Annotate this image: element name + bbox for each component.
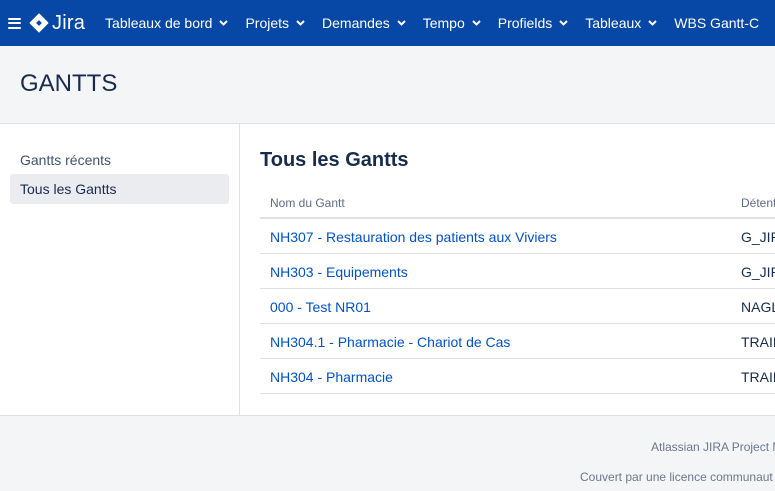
gantt-name-link[interactable]: NH307 - Restauration des patients aux Vi… (270, 229, 557, 245)
gantt-name-link[interactable]: NH303 - Equipements (270, 264, 408, 280)
footer: Atlassian JIRA Project M Couvert par une… (0, 416, 775, 491)
nav-tableaux-de-bord[interactable]: Tableaux de bord (105, 0, 229, 46)
column-header-owner[interactable]: Détent (741, 196, 775, 210)
sidebar-item-recent-gantts[interactable]: Gantts récents (10, 145, 229, 175)
chevron-down-icon (296, 20, 305, 26)
page-header: GANTTS (0, 46, 775, 124)
page-title: GANTTS (20, 70, 118, 97)
gantt-name-link[interactable]: NH304 - Pharmacie (270, 369, 393, 385)
top-navigation-bar: Jira Tableaux de bord Projets Demandes T… (0, 0, 775, 46)
nav-item-label: Demandes (322, 15, 390, 31)
content-area: Gantts récents Tous les Gantts Tous les … (0, 124, 775, 416)
nav-projets[interactable]: Projets (245, 0, 305, 46)
nav-item-label: Projets (245, 15, 290, 31)
nav-tableaux[interactable]: Tableaux (585, 0, 657, 46)
gantt-owner: TRAIN (741, 369, 775, 385)
nav-item-label: Tableaux de bord (105, 15, 213, 31)
gantt-owner: TRAIN (741, 334, 775, 350)
jira-logo-text: Jira (52, 11, 86, 34)
gantt-name-link[interactable]: NH304.1 - Pharmacie - Chariot de Cas (270, 334, 510, 350)
table-header: Nom du Gantt Détent (260, 187, 775, 219)
gantt-name-link[interactable]: 000 - Test NR01 (270, 299, 371, 315)
chevron-down-icon (397, 20, 406, 26)
nav-demandes[interactable]: Demandes (322, 0, 406, 46)
footer-license-text: Couvert par une licence communaut (580, 470, 773, 484)
nav-item-label: Profields (497, 15, 553, 31)
gantt-owner: G_JIR (741, 229, 775, 245)
nav-tempo[interactable]: Tempo (423, 0, 481, 46)
column-header-name[interactable]: Nom du Gantt (270, 196, 345, 210)
table-row: NH304 - Pharmacie TRAIN (260, 359, 775, 394)
table-row: NH304.1 - Pharmacie - Chariot de Cas TRA… (260, 324, 775, 359)
footer-product-text[interactable]: Atlassian JIRA Project M (651, 440, 775, 454)
gantts-table: Nom du Gantt Détent NH307 - Restauration… (260, 187, 775, 394)
jira-logo-icon (29, 13, 49, 33)
chevron-down-icon (648, 20, 657, 26)
sidebar: Gantts récents Tous les Gantts (0, 124, 240, 415)
jira-logo[interactable]: Jira (29, 0, 85, 46)
gantt-owner: NAGL (741, 299, 775, 315)
table-row: NH303 - Equipements G_JIR (260, 254, 775, 289)
chevron-down-icon (219, 20, 229, 26)
chevron-down-icon (559, 20, 568, 26)
app-switcher-menu-icon[interactable] (8, 0, 21, 46)
table-row: 000 - Test NR01 NAGL (260, 289, 775, 324)
nav-item-label: WBS Gantt-C (674, 15, 760, 31)
section-title: Tous les Gantts (260, 149, 409, 171)
nav-item-label: Tableaux (585, 15, 642, 31)
nav-profields[interactable]: Profields (498, 0, 568, 46)
nav-wbs-gantt-chart[interactable]: WBS Gantt-C (674, 0, 759, 46)
nav-item-label: Tempo (422, 15, 465, 31)
gantt-owner: G_JIR (741, 264, 775, 280)
sidebar-item-all-gantts[interactable]: Tous les Gantts (10, 174, 229, 204)
chevron-down-icon (472, 20, 481, 26)
table-row: NH307 - Restauration des patients aux Vi… (260, 219, 775, 254)
